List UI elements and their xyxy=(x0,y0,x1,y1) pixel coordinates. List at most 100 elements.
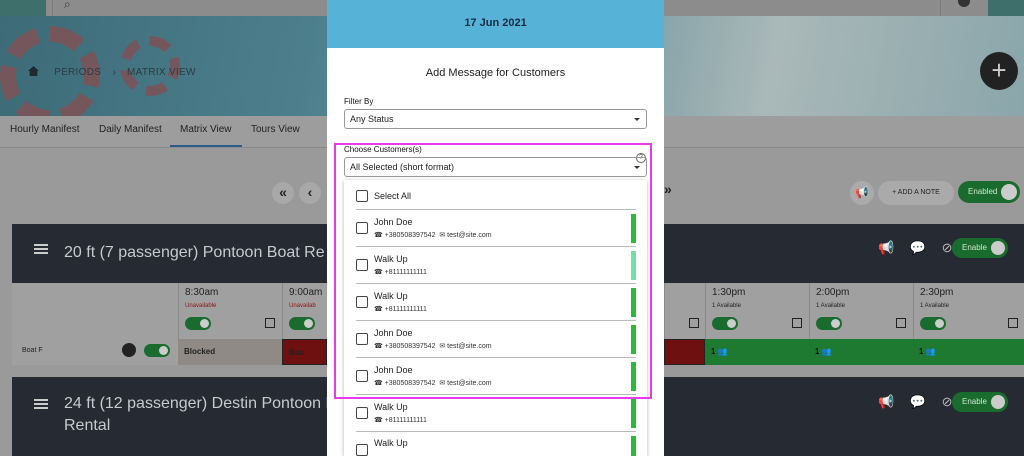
tab-daily-manifest[interactable]: Daily Manifest xyxy=(99,124,162,135)
slot-status: 1 Available xyxy=(920,303,949,309)
customer-option[interactable]: John Doe ☎ +380508397542 ✉ test@site.com xyxy=(344,321,647,358)
slot-status: Unavailab xyxy=(289,303,316,309)
slot-cell[interactable]: 1 👥 xyxy=(913,339,1024,365)
add-message-dialog: 17 Jun 2021 Add Message for Customers Fi… xyxy=(327,0,664,456)
slot-cell[interactable]: 1 👥 xyxy=(705,339,809,365)
select-all-option[interactable]: Select All xyxy=(344,180,647,210)
customer-option[interactable]: Walk Up ☎ +81111111111 xyxy=(344,284,647,321)
customer-phone: ☎ +81111111111 xyxy=(374,306,427,313)
slot-status: 1 Available xyxy=(712,303,741,309)
slot-time: 1:30pm xyxy=(712,287,746,298)
slot-cell[interactable]: 1 👥 xyxy=(809,339,913,365)
filter-label: Filter By xyxy=(344,97,374,106)
filter-select[interactable]: Any Status xyxy=(344,109,647,129)
gear-icon[interactable] xyxy=(122,343,136,357)
home-icon[interactable] xyxy=(28,66,39,76)
customer-name: John Doe xyxy=(374,328,413,338)
customer-name: Walk Up xyxy=(374,291,408,301)
enable-label: Enable xyxy=(962,243,987,252)
search-icon[interactable]: ⌕ xyxy=(64,0,71,12)
menu-button[interactable] xyxy=(0,0,46,16)
add-fab-button[interactable]: + xyxy=(980,52,1018,90)
boat-actions-icons[interactable]: 📢 💬 ⊘ xyxy=(878,240,959,256)
enable-label: Enable xyxy=(962,397,987,406)
first-page-button[interactable]: « xyxy=(272,182,294,204)
help-icon[interactable] xyxy=(958,0,970,7)
slot-toggle[interactable] xyxy=(920,317,946,330)
tab-tours-view[interactable]: Tours View xyxy=(251,124,300,135)
customers-dropdown: Select All John Doe ☎ +380508397542 ✉ te… xyxy=(344,180,647,456)
customer-phone: ☎ +81111111111 xyxy=(374,269,427,276)
customer-phone: ☎ +81111111111 xyxy=(374,417,427,424)
slot-count: 1 xyxy=(919,347,924,356)
prev-page-button[interactable]: ‹ xyxy=(299,182,321,204)
checkbox[interactable] xyxy=(356,222,368,234)
boat-title: 24 ft (12 passenger) Destin Pontoon Bo R… xyxy=(64,393,345,437)
breadcrumb-item[interactable]: PERIODS xyxy=(54,67,101,78)
enable-toggle[interactable]: Enable xyxy=(952,238,1008,258)
boat-actions-icons[interactable]: 📢 💬 ⊘ xyxy=(878,394,959,410)
edit-icon[interactable] xyxy=(896,318,906,328)
time-slot: 2:30pm 1 Available xyxy=(913,283,1024,339)
enable-toggle[interactable]: Enable xyxy=(952,392,1008,412)
checkbox[interactable] xyxy=(356,296,368,308)
customer-contact: ☎ +380508397542 ✉ test@site.com xyxy=(374,379,492,387)
time-slot: 1:30pm 1 Available xyxy=(705,283,809,339)
customer-option[interactable]: Walk Up ☎ +81111111111 xyxy=(344,395,647,432)
slot-cell[interactable] xyxy=(664,339,705,365)
time-slot: 8:30am Unavailable xyxy=(178,283,282,339)
slot-toggle[interactable] xyxy=(816,317,842,330)
customer-option[interactable]: John Doe ☎ +380508397542 ✉ test@site.com xyxy=(344,210,647,247)
customer-option[interactable]: Walk Up xyxy=(344,432,647,456)
slot-toggle[interactable] xyxy=(185,317,211,330)
filter-value: Any Status xyxy=(350,114,394,124)
status-bar xyxy=(631,214,636,243)
toggle-knob xyxy=(991,395,1005,409)
slot-toggle[interactable] xyxy=(289,317,315,330)
checkbox[interactable] xyxy=(356,370,368,382)
breadcrumb: PERIODS › MATRIX VIEW xyxy=(28,66,196,78)
customers-select[interactable]: All Selected (short format) xyxy=(344,157,647,177)
checkbox[interactable] xyxy=(356,407,368,419)
slot-time: 8:30am xyxy=(185,287,219,298)
edit-icon[interactable] xyxy=(1008,318,1018,328)
edit-icon[interactable] xyxy=(689,318,699,328)
slot-cell[interactable]: Boo xyxy=(282,339,327,365)
next-page-button[interactable]: » xyxy=(664,181,672,197)
toggle-knob xyxy=(991,241,1005,255)
checkbox[interactable] xyxy=(356,444,368,456)
slot-count: 1 xyxy=(815,347,820,356)
breadcrumb-current: MATRIX VIEW xyxy=(127,67,196,78)
add-note-button[interactable]: + ADD A NOTE xyxy=(878,181,954,205)
chevron-right-icon: › xyxy=(112,67,116,78)
status-bar xyxy=(631,399,636,428)
megaphone-icon[interactable]: 📢 xyxy=(850,181,874,205)
customer-option[interactable]: Walk Up ☎ +81111111111 xyxy=(344,247,647,284)
customer-phone: ☎ +380508397542 xyxy=(374,232,436,239)
enabled-toggle[interactable]: Enabled xyxy=(958,181,1020,203)
edit-icon[interactable] xyxy=(265,318,275,328)
slot-time: 2:30pm xyxy=(920,287,954,298)
hamburger-icon[interactable] xyxy=(34,399,48,409)
slot-cell[interactable]: Blocked xyxy=(178,339,282,365)
checkbox[interactable] xyxy=(356,333,368,345)
slot-toggle[interactable] xyxy=(712,317,738,330)
boat-toggle[interactable] xyxy=(144,344,170,357)
customer-name: Walk Up xyxy=(374,254,408,264)
customer-option[interactable]: John Doe ☎ +380508397542 ✉ test@site.com xyxy=(344,358,647,395)
status-bar xyxy=(631,325,636,354)
tab-matrix-view[interactable]: Matrix View xyxy=(170,124,242,147)
hamburger-icon[interactable] xyxy=(34,244,48,254)
time-slot: 9:00am Unavailab xyxy=(282,283,327,339)
edit-icon[interactable] xyxy=(792,318,802,328)
caret-down-icon xyxy=(634,118,640,121)
customer-name: Walk Up xyxy=(374,402,408,412)
checkbox[interactable] xyxy=(356,190,368,202)
chat-button[interactable] xyxy=(988,0,1024,16)
slot-time: 2:00pm xyxy=(816,287,850,298)
customer-phone: ☎ +380508397542 xyxy=(374,343,436,350)
checkbox[interactable] xyxy=(356,259,368,271)
dialog-title: Add Message for Customers xyxy=(425,67,566,79)
tab-hourly-manifest[interactable]: Hourly Manifest xyxy=(10,124,79,135)
status-bar xyxy=(631,251,636,280)
